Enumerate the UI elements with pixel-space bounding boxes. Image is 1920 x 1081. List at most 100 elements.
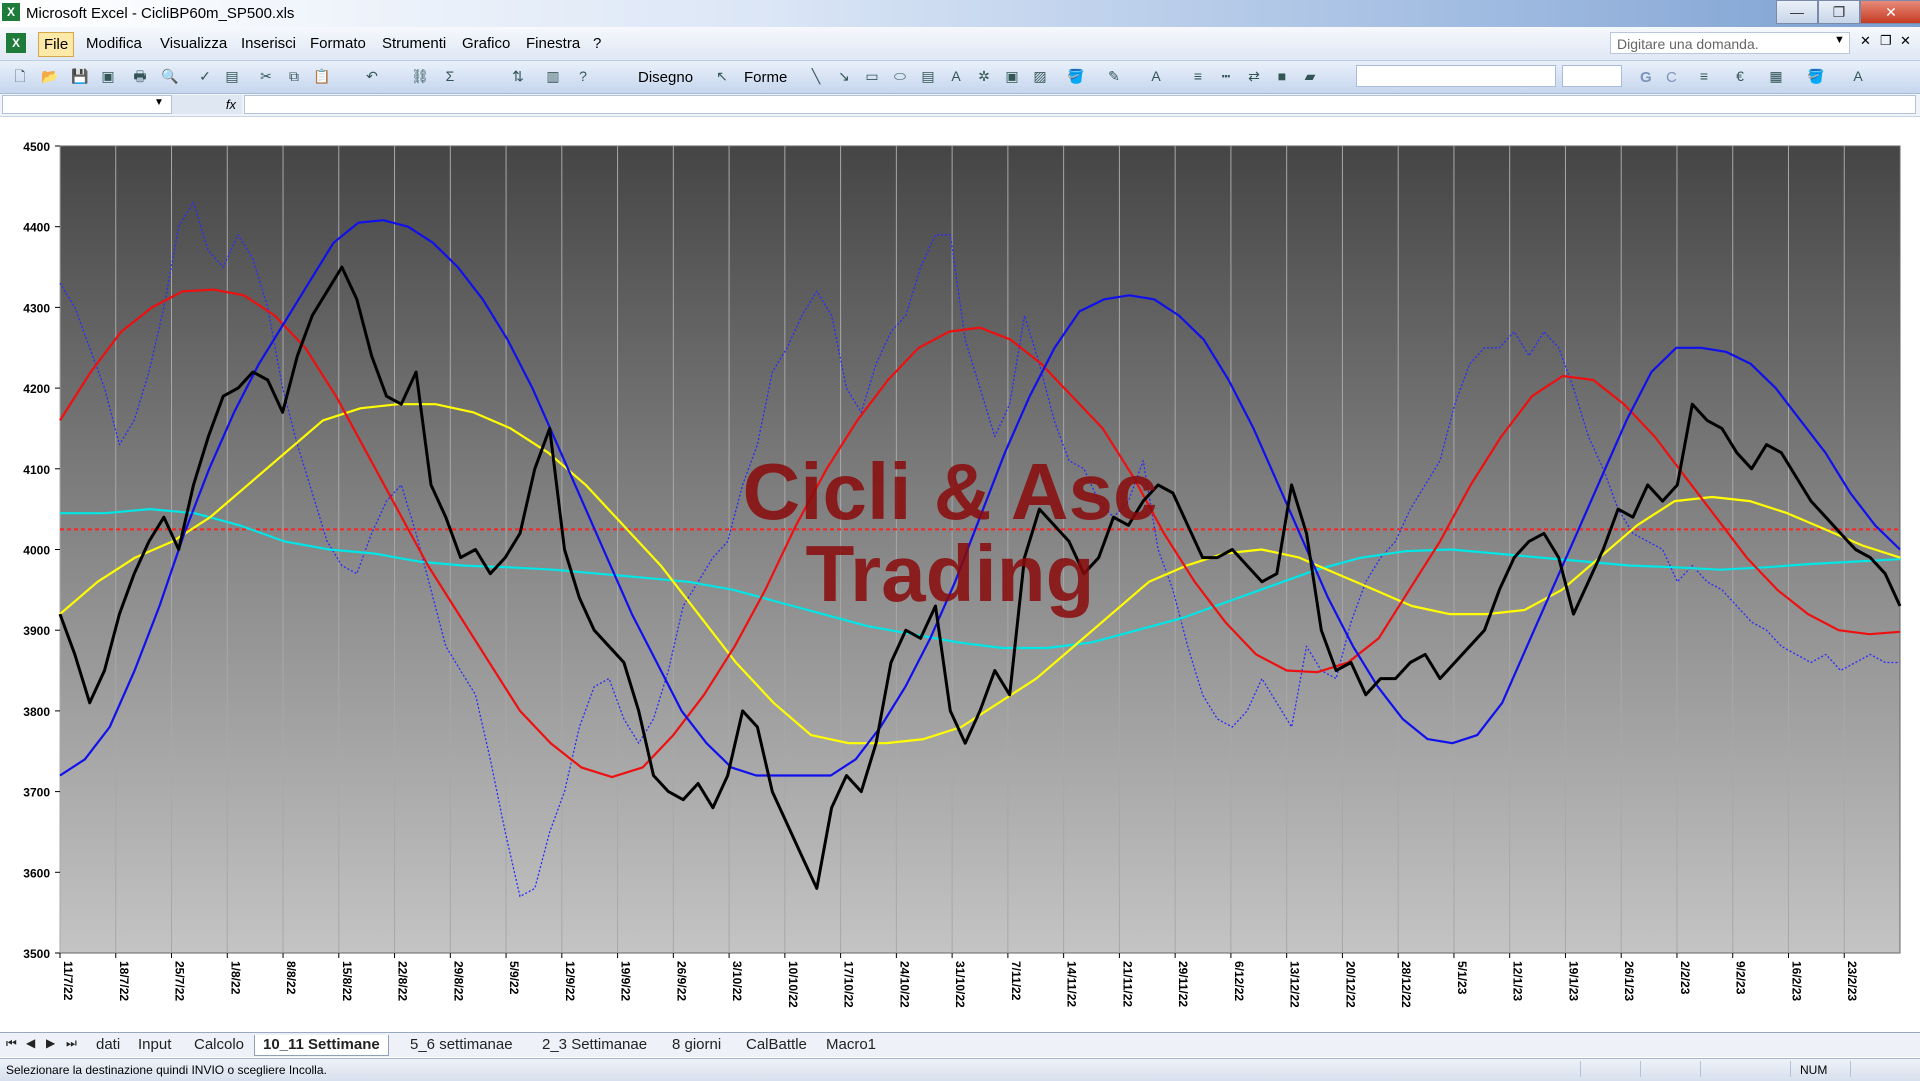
line-tool-icon[interactable]: ╲ (806, 66, 826, 86)
rectangle-tool-icon[interactable]: ▭ (862, 66, 882, 86)
sheet-tab-calbattle[interactable]: CalBattle (738, 1035, 815, 1055)
x-tick-label: 6/12/22 (1232, 961, 1246, 1001)
align-center-icon[interactable]: ≡ (1694, 66, 1714, 86)
text-color-icon[interactable]: A (1848, 66, 1868, 86)
textbox-tool-icon[interactable]: ▤ (918, 66, 938, 86)
sheet-tab-2-3-settimanae[interactable]: 2_3 Settimanae (534, 1035, 655, 1055)
menu-visualizza[interactable]: Visualizza (160, 35, 227, 52)
sheet-tab-5-6-settimanae[interactable]: 5_6 settimanae (402, 1035, 521, 1055)
permission-icon[interactable]: ▣ (98, 66, 118, 86)
print-preview-icon[interactable]: 🔍 (160, 66, 180, 86)
formula-input[interactable] (244, 95, 1916, 114)
menu-inserisci[interactable]: Inserisci (241, 35, 296, 52)
highlight-icon[interactable]: 🪣 (1806, 66, 1826, 86)
dash-style-icon[interactable]: ┅ (1216, 66, 1236, 86)
print-icon[interactable]: 🖶 (130, 66, 150, 86)
status-cell (1640, 1061, 1641, 1077)
select-pointer-icon[interactable]: ↖ (712, 66, 732, 86)
font-name-select[interactable] (1356, 65, 1556, 87)
menu-help[interactable]: ? (593, 35, 601, 52)
help-search-input[interactable]: Digitare una domanda. (1610, 32, 1850, 54)
first-sheet-icon[interactable]: ⏮ (6, 1036, 17, 1051)
name-box[interactable] (2, 95, 172, 114)
research-icon[interactable]: ▤ (222, 66, 242, 86)
x-tick-label: 13/12/22 (1288, 961, 1302, 1008)
prev-sheet-icon[interactable]: ◀ (26, 1036, 35, 1050)
chevron-down-icon[interactable]: ▼ (1834, 34, 1845, 46)
arrow-style-icon[interactable]: ⇄ (1244, 66, 1264, 86)
doc-close-icon[interactable]: ✕ (1860, 33, 1871, 49)
cut-icon[interactable]: ✂ (256, 66, 276, 86)
sheet-tab-10-11-settimane[interactable]: 10_11 Settimane (254, 1035, 389, 1056)
shapes-menu[interactable]: Forme (744, 69, 787, 86)
sheet-tab-8-giorni[interactable]: 8 giorni (664, 1035, 729, 1055)
doc-close-x-icon[interactable]: ✕ (1900, 33, 1911, 49)
menu-formato[interactable]: Formato (310, 35, 366, 52)
x-tick-label: 5/9/22 (507, 961, 521, 995)
last-sheet-icon[interactable]: ⏭ (66, 1036, 77, 1051)
font-color-icon[interactable]: A (1146, 66, 1166, 86)
paste-icon[interactable]: 📋 (312, 66, 332, 86)
copy-icon[interactable]: ⧉ (284, 66, 304, 86)
chart-wizard-icon[interactable]: ▥ (543, 66, 563, 86)
x-tick-label: 1/8/22 (228, 961, 242, 995)
chart-svg[interactable]: 3500 3600 3700 3800 3900 4000 4100 4200 4300 4400… (0, 117, 1920, 1032)
menu-finestra[interactable]: Finestra (526, 35, 580, 52)
sort-icon[interactable]: ⇅ (508, 66, 528, 86)
restore-button[interactable]: ❐ (1818, 0, 1860, 24)
close-button[interactable]: ✕ (1860, 0, 1920, 24)
new-icon[interactable]: 🗋 (10, 66, 30, 86)
status-message: Selezionare la destinazione quindi INVIO… (6, 1063, 327, 1077)
sheet-tab-bar: ⏮ ◀ ▶ ⏭ dati Input Calcolo 10_11 Settima… (0, 1032, 1920, 1057)
undo-icon[interactable]: ↶ (362, 66, 382, 86)
status-cell (1790, 1061, 1791, 1077)
chart-area[interactable]: 3500 3600 3700 3800 3900 4000 4100 4200 4300 4400… (0, 117, 1920, 1036)
x-tick-label: 5/1/23 (1455, 961, 1469, 995)
shadow-icon[interactable]: ■ (1272, 66, 1292, 86)
fx-icon[interactable]: fx (172, 95, 242, 114)
menu-file[interactable]: File (38, 32, 75, 57)
menu-strumenti[interactable]: Strumenti (382, 35, 446, 52)
3d-style-icon[interactable]: ▰ (1300, 66, 1320, 86)
x-tick-label: 10/10/22 (786, 961, 800, 1008)
euro-icon[interactable]: € (1730, 66, 1750, 86)
workbook-icon[interactable]: X (6, 33, 26, 53)
spelling-icon[interactable]: ✓ (195, 66, 215, 86)
arrow-tool-icon[interactable]: ↘ (834, 66, 854, 86)
borders-icon[interactable]: ▦ (1766, 66, 1786, 86)
bold-button[interactable]: G (1640, 69, 1652, 86)
y-tick-label: 4200 (23, 382, 50, 396)
diagram-icon[interactable]: ✲ (974, 66, 994, 86)
open-icon[interactable]: 📂 (40, 66, 60, 86)
oval-tool-icon[interactable]: ⬭ (890, 66, 910, 86)
sheet-tab-input[interactable]: Input (130, 1035, 179, 1055)
wordart-icon[interactable]: A (946, 66, 966, 86)
sum-icon[interactable]: Σ (440, 66, 460, 86)
menu-modifica[interactable]: Modifica (86, 35, 142, 52)
sheet-tab-calcolo[interactable]: Calcolo (186, 1035, 252, 1055)
sheet-tab-macro1[interactable]: Macro1 (818, 1035, 884, 1055)
picture-icon[interactable]: ▨ (1030, 66, 1050, 86)
minimize-button[interactable]: — (1776, 0, 1818, 24)
italic-button[interactable]: C (1666, 69, 1677, 86)
menu-grafico[interactable]: Grafico (462, 35, 510, 52)
namebox-dropdown-icon[interactable]: ▼ (154, 97, 164, 108)
x-tick-label: 12/1/23 (1511, 961, 1525, 1001)
formula-bar: ▼ fx (0, 94, 1920, 117)
clipart-icon[interactable]: ▣ (1002, 66, 1022, 86)
line-color-icon[interactable]: ✎ (1104, 66, 1124, 86)
excel-app-icon[interactable]: X (2, 3, 20, 21)
next-sheet-icon[interactable]: ▶ (46, 1036, 55, 1050)
sheet-tab-dati[interactable]: dati (88, 1035, 128, 1055)
font-size-select[interactable] (1562, 65, 1622, 87)
line-style-icon[interactable]: ≡ (1188, 66, 1208, 86)
help-icon[interactable]: ? (573, 66, 593, 86)
y-tick-label: 3900 (23, 624, 50, 638)
doc-restore-icon[interactable]: ❐ (1880, 33, 1892, 49)
hyperlink-icon[interactable]: ⛓ (410, 66, 430, 86)
save-icon[interactable]: 💾 (70, 66, 90, 86)
drawing-menu[interactable]: Disegno (638, 69, 693, 86)
fill-color-icon[interactable]: 🪣 (1066, 66, 1086, 86)
x-tick-label: 17/10/22 (842, 961, 856, 1008)
x-tick-label: 31/10/22 (953, 961, 967, 1008)
